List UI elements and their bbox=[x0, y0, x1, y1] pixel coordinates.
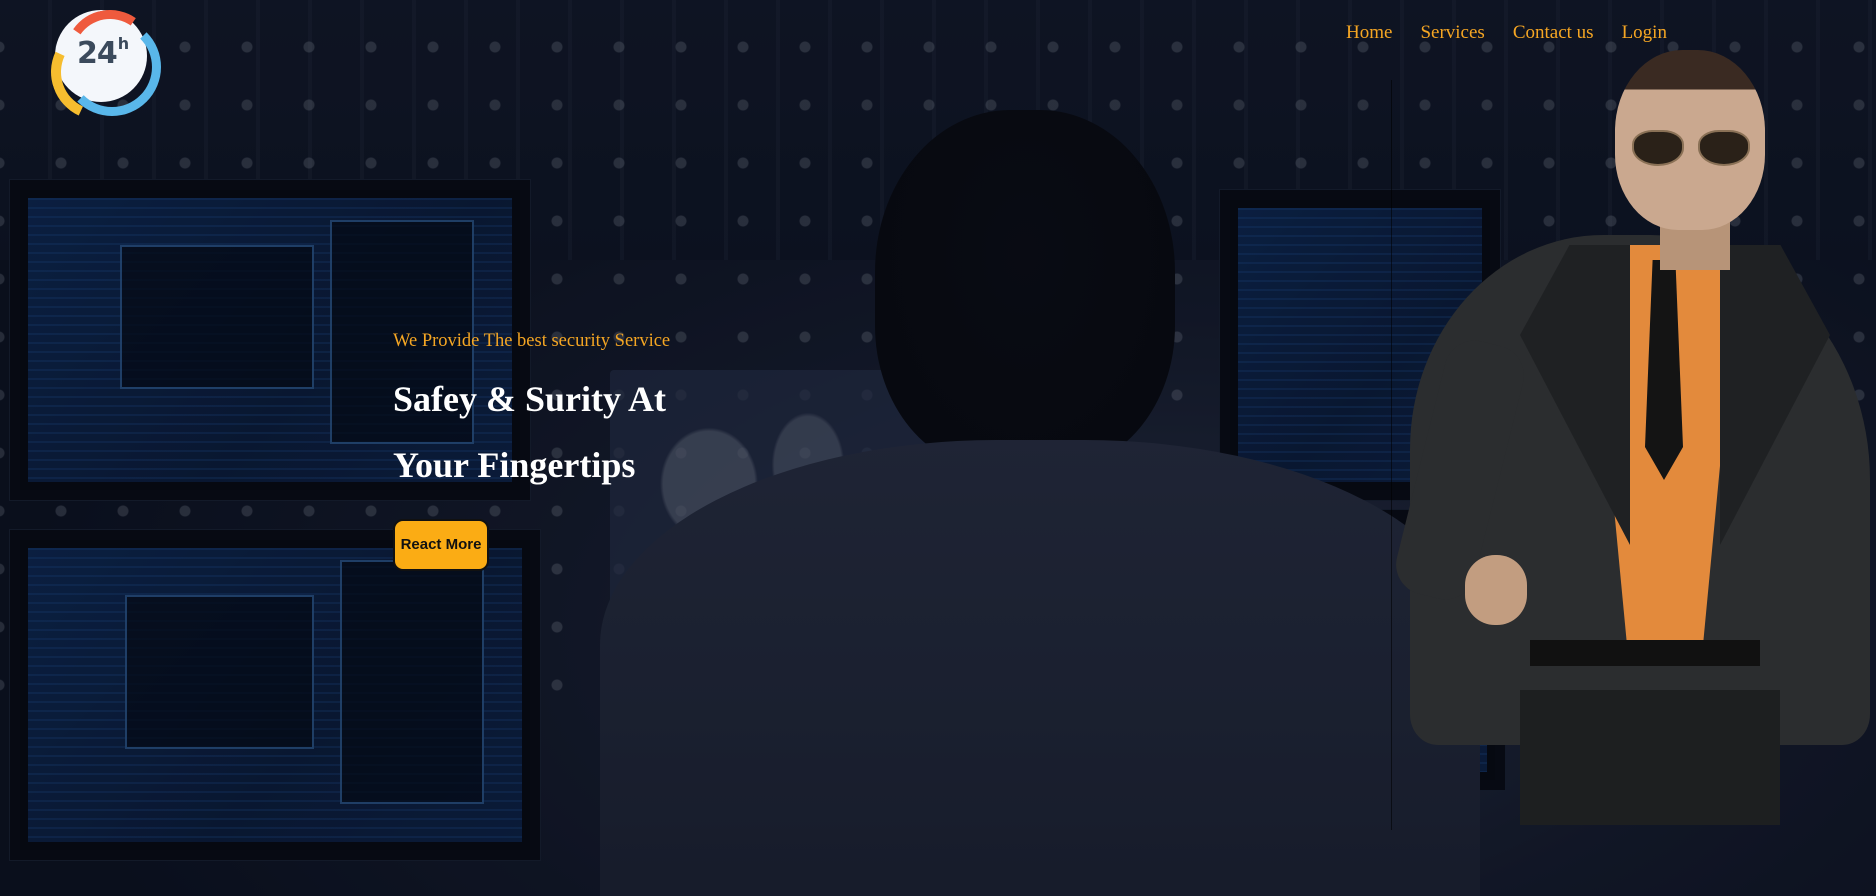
logo-number: 24 bbox=[77, 36, 118, 71]
security-guard-image bbox=[1389, 50, 1870, 825]
hero-tagline: We Provide The best security Service bbox=[393, 331, 671, 351]
hero-headline-line1: Safey & Surity At bbox=[393, 379, 666, 419]
nav-contact-link[interactable]: Contact us bbox=[1513, 22, 1594, 44]
logo-superscript: h bbox=[117, 34, 129, 53]
hero-section: 24h Home Services Contact us Login We Pr… bbox=[0, 0, 1876, 896]
nav-login-link[interactable]: Login bbox=[1622, 22, 1667, 44]
background-image bbox=[0, 0, 1876, 896]
nav-services-link[interactable]: Services bbox=[1420, 22, 1484, 44]
divider-line bbox=[1391, 80, 1392, 830]
read-more-button[interactable]: React More bbox=[393, 519, 489, 571]
logo-text: 24h bbox=[77, 34, 137, 71]
hero-headline: Safey & Surity At Your Fingertips bbox=[393, 366, 913, 498]
hero-headline-line2: Your Fingertips bbox=[393, 445, 636, 485]
nav-home-link[interactable]: Home bbox=[1346, 22, 1392, 44]
main-nav: Home Services Contact us Login bbox=[1346, 22, 1667, 44]
logo[interactable]: 24h bbox=[37, 2, 163, 134]
hero-content: We Provide The best security Service Saf… bbox=[393, 331, 913, 571]
